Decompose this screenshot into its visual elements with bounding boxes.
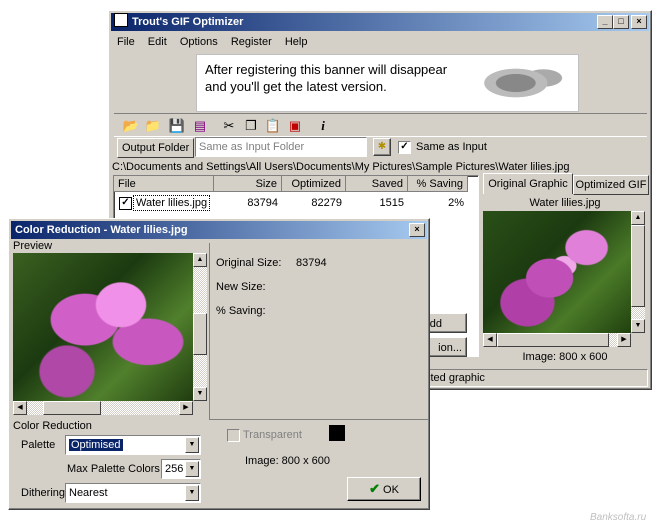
dialog-scroll-left-button[interactable]: ◀ — [13, 401, 27, 415]
same-as-input-label: Same as Input — [416, 141, 487, 153]
output-folder-label: Output Folder — [117, 138, 195, 158]
col-saving[interactable]: % Saving — [408, 176, 468, 192]
table-row[interactable]: ✓ Water lilies.jpg 83794 82279 1515 2% — [114, 195, 468, 211]
optimize-icon[interactable]: ▣ — [286, 118, 304, 134]
row-checkbox[interactable]: ✓ — [119, 197, 132, 210]
dialog-scroll-down-button[interactable]: ▼ — [193, 387, 207, 401]
row-size: 83794 — [247, 197, 278, 209]
hscroll-thumb[interactable] — [497, 333, 609, 347]
preview-label: Preview — [13, 240, 53, 252]
original-preview-image — [483, 211, 631, 333]
dialog-close-button[interactable]: × — [409, 223, 425, 237]
same-as-input-checkbox[interactable]: ✓ — [398, 141, 411, 154]
save-icon[interactable]: 💾 — [168, 118, 186, 134]
max-palette-colors-value: 256 — [165, 463, 184, 475]
watermark: Banksofta.ru — [590, 512, 647, 523]
main-title-bar: Trout's GIF Optimizer _ □ × — [111, 13, 649, 31]
preview-vertical-scrollbar[interactable]: ▲ ▼ — [631, 211, 645, 333]
new-size-label: New Size: — [216, 281, 266, 293]
saving-label: % Saving: — [216, 305, 266, 317]
color-reduction-label: Color Reduction — [13, 420, 92, 432]
banner-text: After registering this banner will disap… — [205, 62, 448, 94]
tab-original-graphic[interactable]: Original Graphic — [483, 173, 573, 194]
action-button-label: ion... — [438, 342, 462, 354]
scroll-right-button[interactable]: ▶ — [617, 333, 631, 347]
menu-file[interactable]: File — [112, 33, 140, 51]
dialog-scroll-up-button[interactable]: ▲ — [193, 253, 207, 267]
browse-folder-button[interactable]: ✱ — [373, 138, 391, 156]
copy-icon[interactable]: ❐ — [242, 118, 260, 134]
app-icon — [114, 13, 128, 27]
folder-icon[interactable]: 📁 — [144, 118, 162, 134]
max-palette-colors-label: Max Palette Colors — [67, 463, 160, 475]
menu-help[interactable]: Help — [280, 33, 313, 51]
preview-filename: Water lilies.jpg — [529, 197, 601, 209]
palette-select-value: Optimised — [69, 439, 123, 451]
tab-optimized-gif[interactable]: Optimized GIF — [573, 175, 649, 195]
paste-icon[interactable]: 📋 — [264, 118, 282, 134]
preview-horizontal-scrollbar[interactable]: ◀ ▶ — [483, 333, 631, 347]
original-size-value: 83794 — [296, 257, 327, 269]
current-path: C:\Documents and Settings\All Users\Docu… — [112, 161, 570, 173]
original-size-label: Original Size: — [216, 257, 282, 269]
dithering-select-value: Nearest — [69, 487, 108, 499]
row-file: Water lilies.jpg — [133, 195, 211, 211]
status-text: cted graphic — [425, 372, 485, 384]
preview-image-info: Image: 800 x 600 — [522, 351, 608, 363]
ok-button-label: OK — [383, 484, 399, 496]
palette-label: Palette — [21, 439, 56, 451]
dithering-label: Dithering — [21, 487, 66, 499]
scroll-up-button[interactable]: ▲ — [631, 211, 645, 225]
col-file[interactable]: File — [114, 176, 214, 192]
row-optimized: 82279 — [311, 197, 342, 209]
transparent-checkbox[interactable] — [227, 429, 240, 442]
row-saved: 1515 — [379, 197, 404, 209]
scroll-down-button[interactable]: ▼ — [631, 319, 645, 333]
fish-image — [479, 58, 571, 108]
minimize-button[interactable]: _ — [597, 15, 613, 29]
batch-icon[interactable]: ▤ — [191, 118, 209, 134]
chevron-down-icon[interactable]: ▼ — [185, 437, 199, 453]
info-icon[interactable]: i — [314, 118, 332, 134]
color-reduction-dialog: Color Reduction - Water lilies.jpg × Pre… — [8, 218, 430, 510]
col-size[interactable]: Size — [214, 176, 282, 192]
row-saving: 2% — [448, 197, 464, 209]
check-icon: ✔ — [369, 481, 380, 496]
dialog-vertical-scrollbar[interactable]: ▲ ▼ — [193, 253, 207, 401]
dialog-scroll-right-button[interactable]: ▶ — [179, 401, 193, 415]
output-folder-field[interactable]: Same as Input Folder — [195, 137, 367, 157]
folder-open-icon[interactable]: 📂 — [122, 118, 140, 134]
dialog-image-info: Image: 800 x 600 — [245, 455, 331, 467]
transparent-color-swatch[interactable] — [329, 425, 345, 441]
dialog-scroll-thumb[interactable] — [193, 313, 207, 355]
menu-register[interactable]: Register — [226, 33, 277, 51]
dialog-title-bar: Color Reduction - Water lilies.jpg × — [11, 221, 427, 239]
dialog-horizontal-scrollbar[interactable]: ◀ ▶ — [13, 401, 193, 415]
scroll-left-button[interactable]: ◀ — [483, 333, 497, 347]
palette-select[interactable]: Optimised ▼ — [65, 435, 201, 455]
info-panel: Original Size: 83794 New Size: % Saving: — [209, 243, 428, 420]
close-button[interactable]: × — [631, 15, 647, 29]
chevron-down-icon[interactable]: ▼ — [185, 461, 199, 477]
register-banner[interactable]: After registering this banner will disap… — [196, 54, 579, 112]
transparent-label: Transparent — [243, 429, 302, 441]
col-optimized[interactable]: Optimized — [282, 176, 346, 192]
dialog-preview-image — [13, 253, 193, 401]
dithering-select[interactable]: Nearest ▼ — [65, 483, 201, 503]
menu-edit[interactable]: Edit — [143, 33, 172, 51]
max-palette-colors-select[interactable]: 256 ▼ — [161, 459, 201, 479]
col-saved[interactable]: Saved — [346, 176, 408, 192]
scroll-thumb[interactable] — [631, 225, 645, 307]
cut-icon[interactable]: ✂ — [220, 118, 238, 134]
chevron-down-icon[interactable]: ▼ — [185, 485, 199, 501]
maximize-button[interactable]: □ — [613, 15, 629, 29]
toolbar: 📂 📁 💾 ▤ ✂ ❐ 📋 ▣ i — [114, 113, 647, 137]
dialog-title: Color Reduction - Water lilies.jpg — [15, 224, 188, 236]
menu-bar: File Edit Options Register Help — [112, 33, 312, 51]
main-title: Trout's GIF Optimizer — [132, 16, 244, 28]
dialog-hscroll-thumb[interactable] — [43, 401, 101, 415]
ok-button[interactable]: ✔ OK — [347, 477, 421, 501]
menu-options[interactable]: Options — [175, 33, 223, 51]
